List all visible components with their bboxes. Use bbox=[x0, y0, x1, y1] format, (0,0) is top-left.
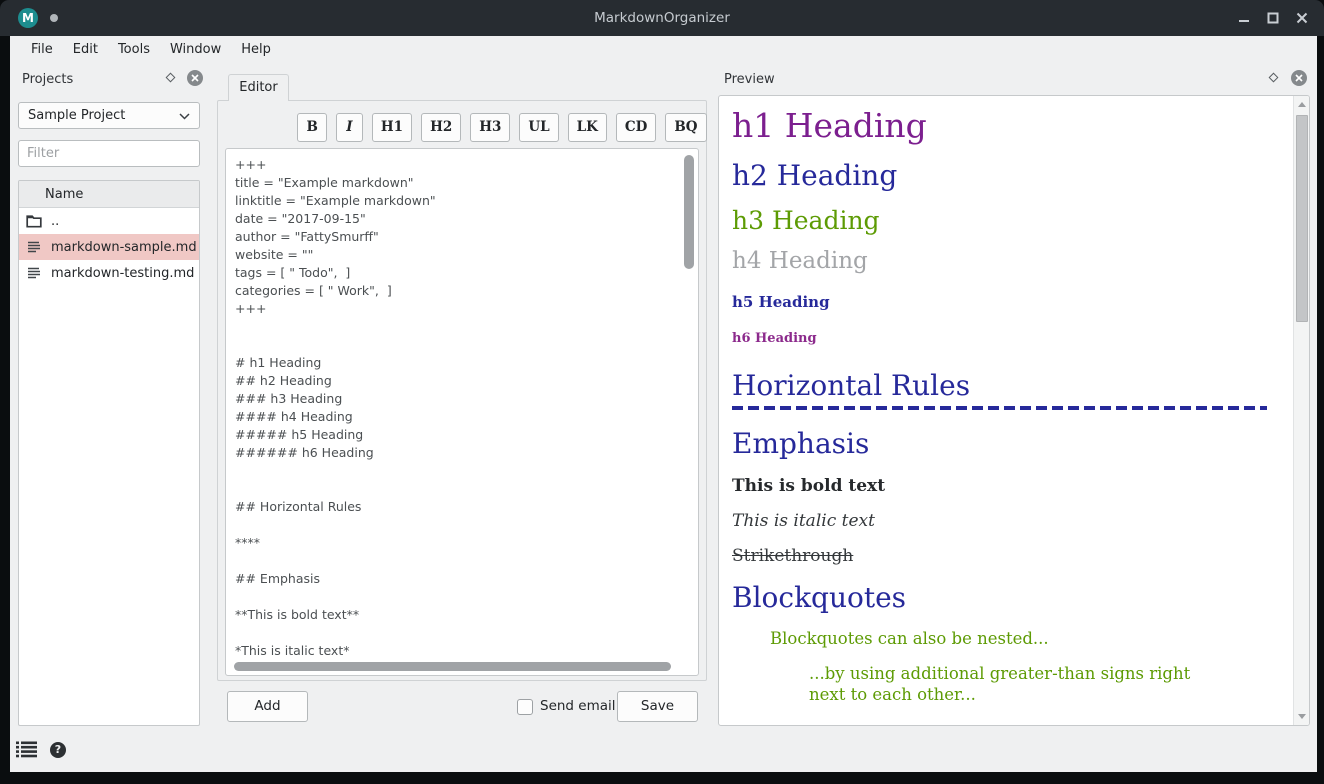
h2-button[interactable]: H2 bbox=[421, 113, 461, 142]
project-selector-value: Sample Project bbox=[28, 108, 125, 123]
menubar: File Edit Tools Window Help bbox=[10, 36, 1317, 63]
file-list: Name .. markdown-sample.md markdown-test… bbox=[18, 180, 200, 726]
window-title: MarkdownOrganizer bbox=[0, 0, 1324, 36]
preview-emphasis-heading: Emphasis bbox=[732, 426, 1267, 462]
h3-button[interactable]: H3 bbox=[470, 113, 510, 142]
h1-button[interactable]: H1 bbox=[372, 113, 412, 142]
file-name: markdown-testing.md bbox=[51, 266, 194, 281]
markdown-toolbar: B I H1 H2 H3 UL LK CD BQ bbox=[217, 113, 707, 142]
preview-hr-heading: Horizontal Rules bbox=[732, 368, 1267, 404]
titlebar: M MarkdownOrganizer bbox=[0, 0, 1324, 36]
scroll-up-icon[interactable] bbox=[1298, 102, 1306, 107]
add-button[interactable]: Add bbox=[227, 691, 308, 722]
minimize-button[interactable] bbox=[1238, 12, 1250, 24]
projects-close-icon[interactable] bbox=[187, 70, 203, 86]
link-button[interactable]: LK bbox=[568, 113, 607, 142]
preview-h4: h4 Heading bbox=[732, 247, 1267, 277]
preview-h1: h1 Heading bbox=[732, 104, 1267, 148]
preview-pane: h1 Heading h2 Heading h3 Heading h4 Head… bbox=[718, 95, 1310, 726]
blockquote-button[interactable]: BQ bbox=[665, 113, 706, 142]
table-row[interactable]: .. bbox=[19, 208, 199, 234]
editor-content[interactable]: +++ title = "Example markdown" linktitle… bbox=[235, 156, 678, 659]
preview-blockquote-level1: Blockquotes can also be nested... bbox=[770, 628, 1267, 649]
statusbar: ? bbox=[16, 741, 66, 758]
preview-italic-text: This is italic text bbox=[732, 510, 1267, 532]
menu-tools[interactable]: Tools bbox=[108, 36, 160, 63]
menu-window[interactable]: Window bbox=[160, 36, 231, 63]
editor-horizontal-scrollbar[interactable] bbox=[234, 662, 671, 671]
code-button[interactable]: CD bbox=[616, 113, 656, 142]
italic-button[interactable]: I bbox=[336, 113, 363, 142]
file-icon bbox=[26, 240, 42, 254]
preview-h3: h3 Heading bbox=[732, 205, 1267, 238]
preview-blockquote-level2: ...by using additional greater-than sign… bbox=[809, 663, 1199, 706]
save-button[interactable]: Save bbox=[617, 691, 698, 722]
bold-button[interactable]: B bbox=[297, 113, 326, 142]
filter-input[interactable] bbox=[18, 140, 200, 167]
help-icon[interactable]: ? bbox=[50, 742, 66, 758]
file-name: .. bbox=[51, 214, 59, 229]
editor-textarea[interactable]: +++ title = "Example markdown" linktitle… bbox=[225, 148, 699, 676]
preview-bold-text: This is bold text bbox=[732, 475, 1267, 497]
file-name: markdown-sample.md bbox=[51, 240, 197, 255]
chevron-down-icon bbox=[179, 113, 190, 120]
maximize-button[interactable] bbox=[1267, 12, 1279, 24]
ul-button[interactable]: UL bbox=[519, 113, 558, 142]
menu-help[interactable]: Help bbox=[231, 36, 281, 63]
close-button[interactable] bbox=[1296, 12, 1308, 24]
preview-h5: h5 Heading bbox=[732, 293, 1267, 313]
editor-vertical-scrollbar[interactable] bbox=[684, 155, 694, 269]
preview-panel-title: Preview bbox=[724, 72, 775, 87]
preview-close-icon[interactable] bbox=[1291, 70, 1307, 86]
preview-blockquotes-heading: Blockquotes bbox=[732, 580, 1267, 616]
menu-file[interactable]: File bbox=[21, 36, 63, 63]
send-email-checkbox[interactable] bbox=[517, 699, 533, 715]
file-list-header[interactable]: Name bbox=[19, 181, 199, 208]
folder-icon bbox=[26, 214, 42, 228]
preview-float-icon[interactable] bbox=[1269, 73, 1279, 83]
send-email-label: Send email bbox=[540, 698, 616, 714]
window-body: File Edit Tools Window Help Projects Sam… bbox=[10, 36, 1317, 772]
projects-panel-title: Projects bbox=[22, 72, 73, 87]
preview-content: h1 Heading h2 Heading h3 Heading h4 Head… bbox=[719, 96, 1293, 725]
preview-h6: h6 Heading bbox=[732, 331, 1267, 348]
project-selector[interactable]: Sample Project bbox=[18, 102, 200, 129]
preview-scrollbar[interactable] bbox=[1293, 96, 1309, 725]
tab-editor[interactable]: Editor bbox=[228, 74, 289, 101]
preview-horizontal-rule bbox=[732, 406, 1267, 410]
table-row[interactable]: markdown-sample.md bbox=[19, 234, 199, 260]
scroll-down-icon[interactable] bbox=[1298, 714, 1306, 719]
table-row[interactable]: markdown-testing.md bbox=[19, 260, 199, 286]
preview-h2: h2 Heading bbox=[732, 158, 1267, 194]
preview-scrollbar-thumb[interactable] bbox=[1296, 115, 1308, 322]
preview-strikethrough-text: Strikethrough bbox=[732, 545, 1267, 567]
menu-edit[interactable]: Edit bbox=[63, 36, 108, 63]
list-icon[interactable] bbox=[16, 741, 37, 758]
file-icon bbox=[26, 266, 42, 280]
projects-float-icon[interactable] bbox=[166, 73, 176, 83]
